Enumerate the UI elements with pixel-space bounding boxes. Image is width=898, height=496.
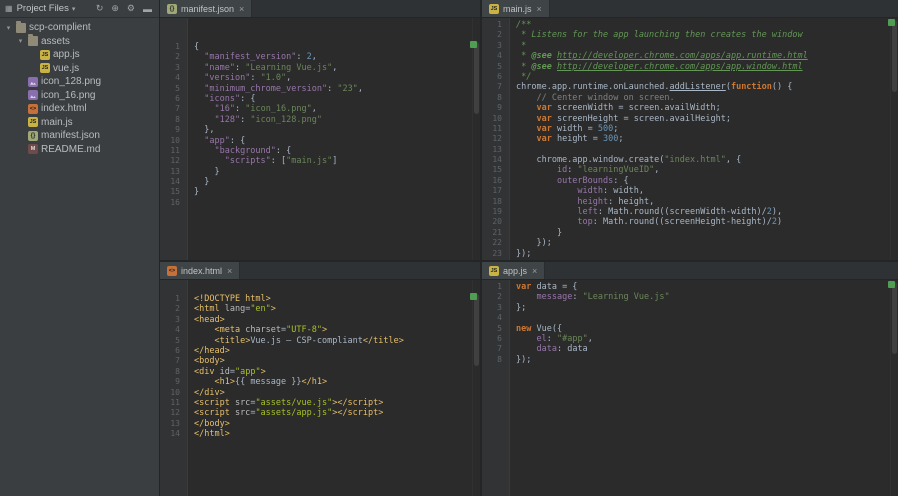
code-area: var data = { message: "Learning Vue.js"}… — [510, 280, 898, 496]
tab-manifest-json[interactable]: {} manifest.json × — [160, 0, 252, 17]
inspections-ok-indicator[interactable] — [470, 293, 477, 300]
scrollbar[interactable] — [890, 18, 898, 260]
tree-item-readme-md[interactable]: MREADME.md — [0, 143, 159, 157]
project-tree: ▾scp-complient▾assetsJSapp.jsJSvue.jsico… — [0, 18, 159, 496]
code-editor-manifest[interactable]: 12345678910111213141516 { "manifest_vers… — [160, 18, 480, 260]
scrollbar-thumb[interactable] — [892, 20, 897, 92]
tree-item-label: manifest.json — [41, 130, 100, 141]
tree-item-label: index.html — [41, 103, 87, 114]
scrollbar[interactable] — [472, 18, 480, 260]
scrollbar[interactable] — [472, 280, 480, 496]
inspections-ok-indicator[interactable] — [888, 281, 895, 288]
js-icon: JS — [28, 117, 38, 127]
close-icon[interactable]: × — [227, 266, 232, 276]
js-file-icon: JS — [489, 266, 499, 276]
tab-bar: JS app.js × — [482, 262, 898, 280]
html-icon: <> — [28, 104, 38, 114]
markdown-icon: M — [28, 144, 38, 154]
tree-item-label: scp-complient — [29, 22, 91, 33]
tab-label: app.js — [503, 266, 527, 276]
collapse-arrow-icon[interactable]: ▾ — [4, 24, 13, 32]
code-area: { "manifest_version": 2, "name": "Learni… — [188, 18, 480, 260]
code-area: /** * Listens for the app launching then… — [510, 18, 898, 260]
project-panel-header: ▦ Project Files ▾ ↻ ⊕ ⚙ ▬ — [0, 0, 159, 18]
ide-window: ▦ Project Files ▾ ↻ ⊕ ⚙ ▬ ▾ scp-complient… — [0, 0, 898, 496]
tab-label: manifest.json — [181, 4, 234, 14]
js-file-icon: JS — [489, 4, 499, 14]
editor-column-middle: {} manifest.json × 123456789101112131415… — [160, 0, 482, 496]
html-file-icon: <> — [167, 266, 177, 276]
tree-item-label: icon_128.png — [41, 76, 101, 87]
folder-icon — [28, 36, 38, 46]
scrollbar-thumb[interactable] — [474, 42, 479, 114]
tree-item-index-html[interactable]: <>index.html — [0, 102, 159, 116]
image-icon — [28, 90, 38, 100]
tree-item-label: main.js — [41, 117, 73, 128]
gutter: 1234567891011121314 — [160, 280, 188, 496]
tree-item-icon-128-png[interactable]: icon_128.png — [0, 75, 159, 89]
tab-bar: <> index.html × — [160, 262, 480, 280]
tree-item-vue-js[interactable]: JSvue.js — [0, 62, 159, 76]
tree-item-assets[interactable]: ▾ assets — [0, 35, 159, 49]
gutter: 1234567891011121314151617181920212223 — [482, 18, 510, 260]
collapse-arrow-icon[interactable]: ▾ — [16, 37, 25, 45]
editor-pane-manifest: {} manifest.json × 123456789101112131415… — [160, 0, 480, 262]
tab-app-js[interactable]: JS app.js × — [482, 262, 545, 279]
scrollbar-thumb[interactable] — [474, 294, 479, 366]
tab-label: index.html — [181, 266, 222, 276]
tab-bar: {} manifest.json × — [160, 0, 480, 18]
tree-item-icon-16-png[interactable]: icon_16.png — [0, 89, 159, 103]
code-area: <!DOCTYPE html><html lang="en"><head> <m… — [188, 280, 480, 496]
image-icon — [28, 77, 38, 87]
tree-item-label: app.js — [53, 49, 80, 60]
tree-item-label: assets — [41, 36, 70, 47]
project-panel: ▦ Project Files ▾ ↻ ⊕ ⚙ ▬ ▾ scp-complient… — [0, 0, 160, 496]
gutter: 12345678 — [482, 280, 510, 496]
js-icon: JS — [40, 63, 50, 73]
editor-column-right: JS main.js × 123456789101112131415161718… — [482, 0, 898, 496]
editor-area: {} manifest.json × 123456789101112131415… — [160, 0, 898, 496]
editor-pane-main: JS main.js × 123456789101112131415161718… — [482, 0, 898, 262]
tree-item-label: vue.js — [53, 63, 79, 74]
tree-item-main-js[interactable]: JSmain.js — [0, 116, 159, 130]
hide-panel-icon[interactable]: ▬ — [141, 4, 154, 14]
tab-bar: JS main.js × — [482, 0, 898, 18]
js-icon: JS — [40, 50, 50, 60]
tab-main-js[interactable]: JS main.js × — [482, 0, 550, 17]
editor-pane-app: JS app.js × 12345678 var data = { messag… — [482, 262, 898, 496]
code-editor-app[interactable]: 12345678 var data = { message: "Learning… — [482, 280, 898, 496]
sync-icon[interactable]: ↻ — [94, 3, 106, 14]
tree-item-label: icon_16.png — [41, 90, 96, 101]
inspections-ok-indicator[interactable] — [470, 41, 477, 48]
tree-item-label: README.md — [41, 144, 100, 155]
close-icon[interactable]: × — [239, 4, 244, 14]
folder-icon — [16, 23, 26, 33]
json-file-icon: {} — [167, 4, 177, 14]
scrollbar-thumb[interactable] — [892, 282, 897, 354]
code-editor-index[interactable]: 1234567891011121314 <!DOCTYPE html><html… — [160, 280, 480, 496]
project-tool-window-icon: ▦ — [5, 4, 13, 13]
json-icon: {} — [28, 131, 38, 141]
tree-item-manifest-json[interactable]: {}manifest.json — [0, 129, 159, 143]
scrollbar[interactable] — [890, 280, 898, 496]
tree-item-scp-complient[interactable]: ▾ scp-complient — [0, 21, 159, 35]
chevron-down-icon: ▾ — [72, 5, 76, 13]
project-view-title: Project Files — [17, 3, 69, 14]
close-icon[interactable]: × — [532, 266, 537, 276]
tree-item-app-js[interactable]: JSapp.js — [0, 48, 159, 62]
inspections-ok-indicator[interactable] — [888, 19, 895, 26]
code-editor-main[interactable]: 1234567891011121314151617181920212223 /*… — [482, 18, 898, 260]
locate-file-icon[interactable]: ⊕ — [109, 3, 121, 14]
settings-icon[interactable]: ⚙ — [125, 3, 137, 14]
gutter: 12345678910111213141516 — [160, 18, 188, 260]
project-view-selector[interactable]: Project Files ▾ — [17, 3, 76, 14]
editor-pane-index: <> index.html × 1234567891011121314 <!DO… — [160, 262, 480, 496]
close-icon[interactable]: × — [537, 4, 542, 14]
tab-index-html[interactable]: <> index.html × — [160, 262, 240, 279]
tab-label: main.js — [503, 4, 532, 14]
